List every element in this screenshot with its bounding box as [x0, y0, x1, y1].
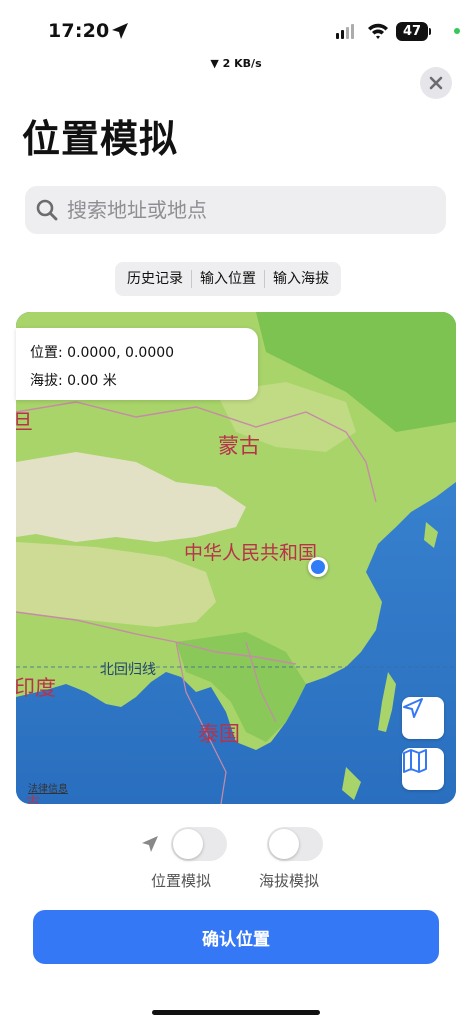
- close-button[interactable]: [420, 67, 452, 99]
- map-label-thailand: 泰国: [198, 722, 240, 746]
- altitude-value: 0.00 米: [67, 373, 117, 389]
- battery-icon: 47: [396, 22, 428, 41]
- altitude-label: 海拔:: [30, 373, 63, 389]
- altitude-simulation-label: 海拔模拟: [259, 872, 320, 890]
- locate-button[interactable]: [402, 697, 444, 739]
- position-label: 位置:: [30, 345, 63, 361]
- confirm-location-button[interactable]: 确认位置: [33, 910, 439, 964]
- location-simulation-label: 位置模拟: [151, 872, 212, 890]
- status-time: 17:20: [48, 20, 110, 42]
- location-info-card: 位置: 0.0000, 0.0000 海拔: 0.00 米: [16, 328, 258, 400]
- page-title: 位置模拟: [22, 117, 179, 161]
- toggle-knob: [173, 829, 203, 859]
- map-label-india: 印度: [16, 676, 56, 700]
- camera-indicator: [454, 28, 460, 34]
- battery-nub: [429, 28, 431, 35]
- navigation-icon: [403, 698, 423, 718]
- search-icon: [35, 198, 59, 222]
- position-value: 0.0000, 0.0000: [67, 345, 175, 361]
- map-icon: [403, 749, 427, 773]
- map-label-bottom-edge: 古: [26, 795, 40, 804]
- tab-input-location[interactable]: 输入位置: [192, 262, 264, 296]
- search-bar[interactable]: [25, 186, 446, 234]
- map-label-tropic-of-cancer: 北回归线: [100, 662, 156, 678]
- location-simulation-toggle[interactable]: [171, 827, 227, 861]
- location-arrow-icon: [140, 834, 160, 858]
- map-label-mongolia: 蒙古: [218, 434, 260, 458]
- tab-history[interactable]: 历史记录: [119, 262, 191, 296]
- user-location-marker: [308, 557, 328, 577]
- segment-control: 历史记录 输入位置 输入海拔: [115, 262, 341, 296]
- map-type-button[interactable]: [402, 748, 444, 790]
- user-location-dot: [311, 560, 325, 574]
- tab-input-altitude[interactable]: 输入海拔: [265, 262, 337, 296]
- position-row: 位置: 0.0000, 0.0000: [30, 342, 174, 362]
- search-input[interactable]: [65, 197, 429, 223]
- map-label-china: 中华人民共和国: [184, 542, 318, 564]
- home-indicator: [152, 1010, 320, 1015]
- location-arrow-icon: [111, 22, 129, 44]
- altitude-simulation-toggle[interactable]: [267, 827, 323, 861]
- map-label-edge: 旦: [16, 410, 33, 434]
- toggle-knob: [269, 829, 299, 859]
- network-speed: ▼ 2 KB/s: [210, 57, 262, 70]
- wifi-icon: [367, 22, 389, 44]
- close-icon: [429, 76, 443, 90]
- altitude-row: 海拔: 0.00 米: [30, 370, 117, 390]
- signal-icon: [336, 24, 354, 39]
